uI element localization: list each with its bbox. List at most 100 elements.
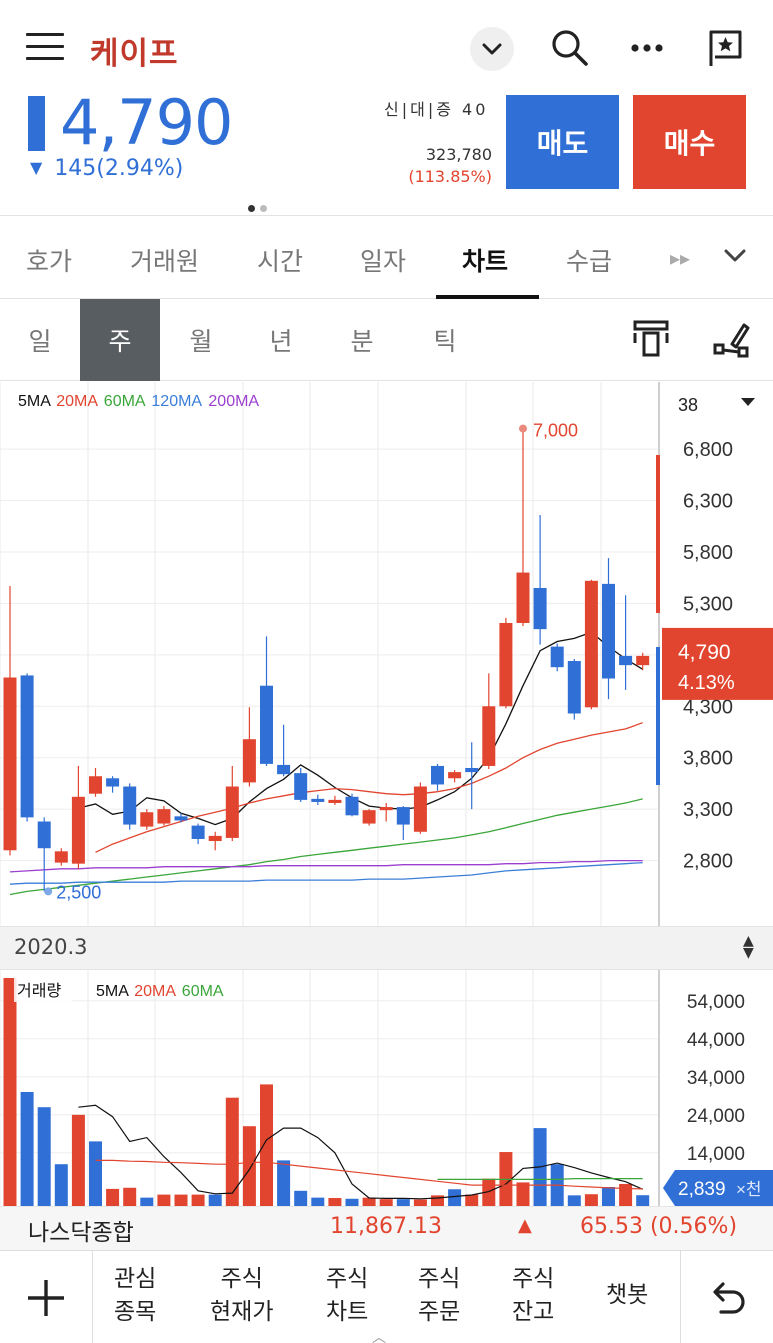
- volume-bar: [3, 978, 17, 1206]
- price-axis-label: 3,800: [683, 748, 733, 770]
- buy-button[interactable]: 매수: [633, 95, 746, 189]
- candle-body: [567, 661, 581, 714]
- tab-scroll-arrow-icon: ▸▸: [670, 246, 691, 270]
- volume-bar-chart[interactable]: 54,000 44,000 34,000 24,000 14,000 거래량 5MA 20M…: [0, 970, 773, 1206]
- tab-supply[interactable]: 수급: [566, 242, 612, 278]
- volume-bar: [431, 1195, 444, 1206]
- volume-bar: [584, 1194, 598, 1206]
- price-candle: [71, 765, 85, 869]
- chart-date-bar[interactable]: 2020.3 ▲ ▼: [0, 926, 773, 970]
- nav-stock-chart-line1: 주식: [326, 1266, 369, 1292]
- detail-tabs: 호가 거래원 시간 일자 차트 수급 ▸▸: [0, 215, 773, 299]
- candle-body: [54, 851, 68, 863]
- price-candle: [54, 848, 68, 866]
- tab-chart[interactable]: 차트: [462, 242, 508, 278]
- chart-resize-toggle-icon[interactable]: ▲ ▼: [743, 934, 754, 960]
- search-icon[interactable]: [548, 26, 592, 70]
- nav-stock-quote[interactable]: 주식 현재가: [210, 1263, 273, 1329]
- more-icon[interactable]: [626, 26, 670, 70]
- tab-daily[interactable]: 일자: [360, 242, 406, 278]
- volume-bar: [345, 1198, 359, 1206]
- candle-body: [396, 807, 410, 825]
- price-candle: [89, 768, 102, 797]
- candle-body: [157, 809, 171, 824]
- up-triangle-icon: ▲: [518, 1215, 532, 1236]
- stock-selector-button[interactable]: [470, 27, 514, 71]
- price-candle: [123, 783, 137, 830]
- indicator-settings-icon[interactable]: [632, 319, 672, 359]
- period-tick[interactable]: 틱: [405, 299, 485, 381]
- price-candle: [448, 770, 462, 783]
- period-minute[interactable]: 분: [322, 299, 402, 381]
- nav-watchlist-line1: 관심: [114, 1266, 157, 1292]
- max-price-marker: [519, 424, 527, 433]
- candle-body: [516, 572, 530, 623]
- ma-legend-item: 200MA: [208, 393, 259, 410]
- stock-name[interactable]: 케이프: [90, 28, 179, 73]
- credit-info: 신|대|증 40: [384, 96, 488, 120]
- price-candle: [191, 823, 205, 845]
- price-chart[interactable]: 6,800 6,300 5,800 5,300 4,300 3,800 3,300 2,800…: [0, 382, 773, 926]
- volume-chart[interactable]: 54,000 44,000 34,000 24,000 14,000 거래량 5MA 20M…: [0, 970, 773, 1206]
- period-week[interactable]: 주: [80, 299, 160, 381]
- price-candle: [499, 617, 513, 709]
- tab-hoga[interactable]: 호가: [26, 242, 72, 278]
- min-price-marker: [44, 887, 53, 896]
- price-candle: [140, 809, 154, 830]
- volume-bar: [54, 1164, 68, 1206]
- nav-chatbot-label: 챗봇: [606, 1282, 649, 1308]
- price-candle: [431, 763, 444, 791]
- candle-body: [242, 739, 256, 783]
- volume-bar: [225, 1097, 239, 1206]
- index-ticker[interactable]: 나스닥종합 11,867.13 ▲ 65.53 (0.56%): [0, 1206, 773, 1250]
- nav-stock-chart[interactable]: 주식 차트: [326, 1263, 368, 1329]
- sell-button[interactable]: 매도: [506, 95, 619, 189]
- range-up-bar: [656, 455, 660, 613]
- volume-bar: [89, 1141, 102, 1206]
- candle-body: [311, 798, 325, 802]
- candle-body: [277, 764, 291, 775]
- price-axis-label: 3,300: [683, 799, 733, 821]
- candle-body: [482, 706, 496, 766]
- tab-broker[interactable]: 거래원: [130, 242, 199, 278]
- volume-title: 거래량: [17, 982, 61, 1000]
- tab-time[interactable]: 시간: [257, 242, 303, 278]
- price-candle: [20, 673, 34, 822]
- credit-value: 40: [462, 100, 489, 119]
- nav-watchlist[interactable]: 관심 종목: [114, 1263, 156, 1329]
- candle-body: [413, 786, 427, 832]
- candle-body: [260, 685, 273, 764]
- nav-stock-balance[interactable]: 주식 잔고: [512, 1263, 554, 1329]
- period-year[interactable]: 년: [241, 299, 321, 381]
- volume-bar: [20, 1092, 34, 1206]
- candle-count-value: 38: [678, 395, 698, 415]
- bookmark-star-icon[interactable]: [704, 26, 748, 70]
- period-month[interactable]: 월: [161, 299, 241, 381]
- nav-chatbot[interactable]: 챗봇: [606, 1279, 648, 1312]
- volume-bar: [362, 1197, 376, 1206]
- back-button[interactable]: [680, 1251, 773, 1343]
- drawing-tool-icon[interactable]: [712, 319, 752, 359]
- ma-legend-item: 20MA: [56, 393, 98, 410]
- volume-bar: [277, 1160, 291, 1206]
- nav-stock-chart-line2: 차트: [326, 1299, 369, 1325]
- volume-bar: [311, 1197, 325, 1206]
- candle-body: [431, 765, 444, 785]
- menu-icon[interactable]: [26, 31, 66, 63]
- ma-legend-item: 5MA: [18, 393, 51, 410]
- nav-expand-caret-icon[interactable]: ︿: [372, 1327, 386, 1343]
- bottom-navigation: 관심 종목 주식 현재가 주식 차트 주식 주문 주식 잔고 챗봇 ︿: [0, 1250, 773, 1343]
- candle-body: [550, 646, 564, 668]
- period-day[interactable]: 일: [0, 299, 80, 381]
- nav-stock-order[interactable]: 주식 주문: [418, 1263, 460, 1329]
- price-candle: [37, 817, 51, 892]
- volume-bar: [106, 1188, 120, 1206]
- add-menu-button[interactable]: [0, 1251, 93, 1343]
- candle-body: [345, 796, 359, 816]
- volume-bar: [516, 1182, 530, 1206]
- nav-watchlist-line2: 종목: [114, 1299, 157, 1325]
- candle-body: [123, 786, 137, 825]
- tab-expand-button[interactable]: [722, 246, 748, 270]
- volume-bar: [567, 1195, 581, 1206]
- candlestick-chart[interactable]: 6,8006,3005,8005,3004,3003,8003,3002,800…: [0, 382, 773, 926]
